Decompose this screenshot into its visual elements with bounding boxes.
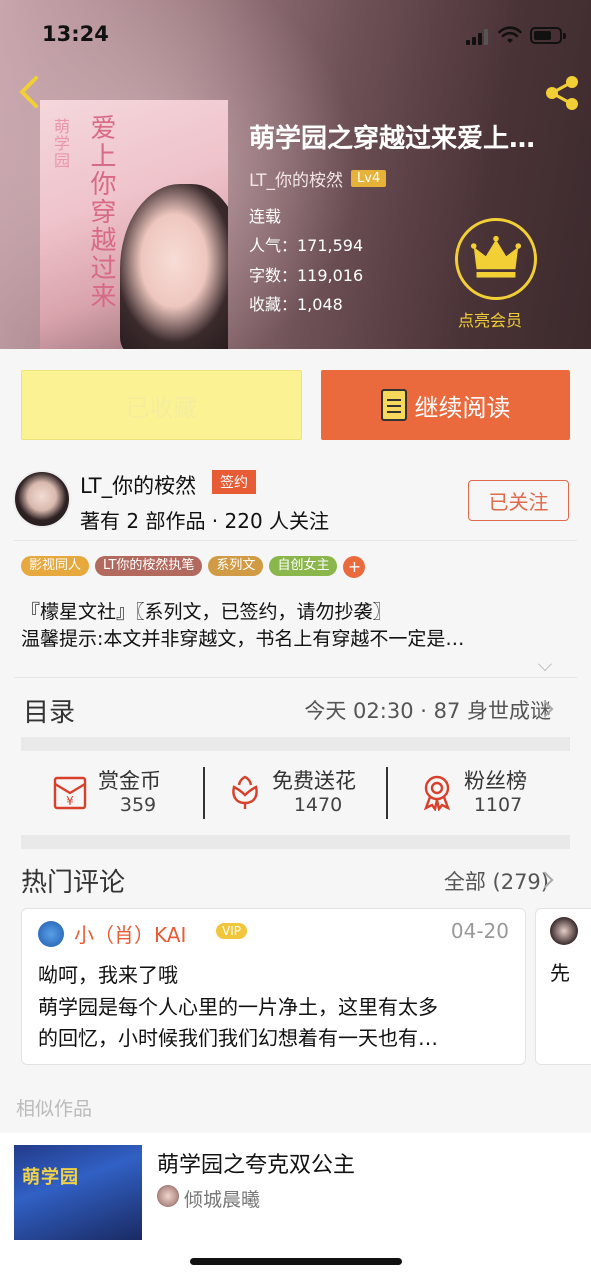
comment-text: 萌学园是每个人心里的一片净土，这里有太多: [38, 995, 438, 1019]
comment-text: 先: [550, 961, 570, 985]
comment-card[interactable]: 小（肖）KAI VIP 04-20 呦呵，我来了哦 萌学园是每个人心里的一片净土…: [21, 908, 526, 1065]
comment-text: 的回忆，小时候我们我们幻想着有一天也有…: [38, 1026, 438, 1050]
similar-work-author[interactable]: 倾城晨曦: [184, 1185, 260, 1212]
author-stats: 著有 2 部作品 · 220 人关注: [80, 509, 330, 533]
author-level-badge: Lv4: [351, 170, 387, 187]
book-author-row[interactable]: LT_你的桉然 Lv4: [249, 166, 387, 191]
coin-envelope-icon: ¥: [53, 776, 87, 810]
hot-comments-title: 热门评论: [21, 868, 126, 898]
chevron-down-icon[interactable]: [538, 657, 552, 671]
similar-work-title[interactable]: 萌学园之夸克双公主: [157, 1147, 355, 1179]
tag-list: 影视同人 LT你的桉然执笔 系列文 自创女主 +: [21, 556, 366, 578]
intro-line-2: 温馨提示:本文并非穿越文，书名上有穿越不一定是…: [21, 628, 465, 650]
flower-icon: [232, 775, 258, 809]
continue-reading-button[interactable]: 继续阅读: [321, 370, 570, 440]
home-indicator[interactable]: [190, 1258, 402, 1265]
section-separator: [21, 835, 570, 849]
commenter-name[interactable]: 小（肖）KAI: [74, 919, 186, 948]
divider: [14, 677, 577, 678]
book-popularity: 人气：171,594: [249, 236, 364, 255]
toc-latest-chapter[interactable]: 今天 02:30 · 87 身世成谜: [304, 695, 551, 725]
similar-work-cover[interactable]: 萌学园: [14, 1145, 142, 1240]
comment-card[interactable]: 先: [535, 908, 591, 1065]
similar-author-avatar: [157, 1185, 179, 1207]
author-avatar[interactable]: [13, 470, 71, 528]
cover-illustration: [120, 184, 228, 349]
comment-text: 呦呵，我来了哦: [38, 963, 178, 987]
tag-item[interactable]: 自创女主: [269, 556, 338, 576]
book-title: 萌学园之穿越过来爱上…: [249, 124, 536, 154]
fan-ranking-action[interactable]: 粉丝榜 1107: [418, 765, 558, 821]
book-header: 13:24 萌学园 爱上你穿越过来 萌学园之穿越过来爱上… LT_你的桉然 Lv…: [0, 0, 591, 349]
wifi-icon: [498, 26, 522, 43]
action-label: 赏金币: [98, 769, 161, 793]
book-word-count: 字数：119,016: [249, 266, 364, 285]
action-count: 1107: [473, 794, 523, 816]
action-label: 粉丝榜: [464, 769, 527, 793]
commenter-avatar[interactable]: [550, 917, 578, 945]
vip-crown-button[interactable]: [455, 218, 537, 300]
similar-works-label: 相似作品: [16, 1098, 93, 1120]
tag-item[interactable]: 系列文: [208, 556, 264, 576]
battery-icon: [530, 27, 566, 44]
divider: [386, 767, 388, 819]
author-name[interactable]: LT_你的桉然: [80, 470, 196, 500]
all-comments-link[interactable]: 全部 (279): [444, 866, 549, 896]
send-flower-action[interactable]: 免费送花 1470: [226, 765, 376, 821]
action-count: 1470: [293, 794, 343, 816]
intro-line-1: 『檬星文社』〖系列文，已签约，请勿抄袭〗: [21, 601, 392, 623]
status-time: 13:24: [42, 22, 109, 46]
book-status: 连载: [249, 207, 282, 226]
signal-icon: [466, 29, 490, 45]
follow-button[interactable]: 已关注: [468, 480, 569, 521]
status-bar: 13:24: [0, 0, 591, 70]
collected-button[interactable]: 已收藏: [21, 370, 302, 440]
add-tag-button[interactable]: +: [343, 556, 366, 578]
book-icon: [380, 389, 407, 421]
cover-title: 爱上你穿越过来: [86, 114, 116, 310]
book-cover[interactable]: 萌学园 爱上你穿越过来: [40, 100, 228, 349]
book-favorites: 收藏：1,048: [249, 295, 343, 314]
commenter-avatar[interactable]: [38, 921, 64, 947]
comment-date: 04-20: [450, 919, 509, 943]
medal-icon: [423, 775, 451, 811]
cover-subtitle: 萌学园: [51, 118, 70, 169]
reward-coins-action[interactable]: ¥ 赏金币 359: [52, 765, 192, 821]
signed-badge: 签约: [212, 470, 256, 494]
tag-item[interactable]: LT你的桉然执笔: [95, 556, 203, 576]
vip-badge: VIP: [216, 923, 247, 939]
toc-label[interactable]: 目录: [23, 692, 75, 729]
section-separator: [21, 737, 570, 751]
share-button[interactable]: [543, 74, 581, 112]
action-label: 免费送花: [272, 769, 356, 793]
action-count: 359: [119, 794, 157, 816]
continue-reading-label: 继续阅读: [414, 393, 511, 422]
divider: [14, 540, 577, 541]
similar-cover-text: 萌学园: [22, 1167, 79, 1188]
svg-text:¥: ¥: [66, 794, 74, 808]
divider: [203, 767, 205, 819]
tag-item[interactable]: 影视同人: [21, 556, 90, 576]
vip-label[interactable]: 点亮会员: [458, 307, 522, 331]
book-author[interactable]: LT_你的桉然: [249, 166, 343, 191]
